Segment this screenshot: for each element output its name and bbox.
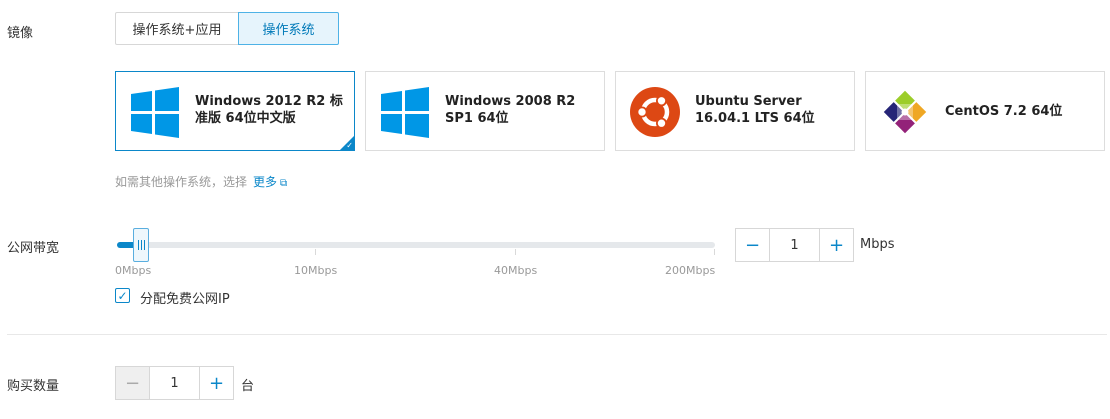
slider-tick [515, 249, 516, 255]
os-name: Ubuntu Server 16.04.1 LTS 64位 [695, 94, 815, 126]
windows-icon [131, 87, 179, 138]
free-public-ip-checkbox[interactable]: ✓ [115, 288, 130, 303]
external-link-icon: ⧉ [280, 178, 288, 189]
check-icon: ✓ [346, 141, 353, 150]
slider-tick [714, 249, 715, 255]
bandwidth-slider-handle[interactable] [133, 228, 149, 262]
image-section-label: 镜像 [7, 26, 34, 41]
quantity-stepper: − 1 + [115, 366, 234, 400]
quantity-unit: 台 [241, 379, 255, 394]
bandwidth-stepper: − 1 + [735, 228, 854, 262]
bandwidth-decrement-button[interactable]: − [735, 228, 770, 262]
more-link[interactable]: 更多 [253, 175, 277, 189]
section-divider [7, 334, 1107, 335]
bandwidth-increment-button[interactable]: + [819, 228, 854, 262]
bandwidth-unit: Mbps [860, 237, 895, 252]
windows-icon [381, 87, 429, 138]
os-name: CentOS 7.2 64位 [945, 104, 1063, 119]
free-public-ip-label[interactable]: 分配免费公网IP [140, 288, 230, 307]
quantity-decrement-button[interactable]: − [115, 366, 150, 400]
check-icon: ✓ [117, 288, 128, 303]
bandwidth-value-input[interactable]: 1 [769, 228, 820, 262]
os-card-windows-2012[interactable]: Windows 2012 R2 标准版 64位中文版 ✓ [115, 71, 355, 151]
quantity-increment-button[interactable]: + [199, 366, 234, 400]
tab-os[interactable]: 操作系统 [238, 12, 339, 45]
scale-label-10: 10Mbps [294, 264, 338, 277]
quantity-value-input[interactable]: 1 [149, 366, 200, 400]
hint-text: 如需其他操作系统，选择 [115, 175, 248, 189]
bandwidth-label: 公网带宽 [7, 241, 60, 256]
os-card-ubuntu[interactable]: Ubuntu Server 16.04.1 LTS 64位 [615, 71, 855, 151]
centos-icon [883, 90, 927, 134]
image-type-tabs: 操作系统+应用 操作系统 [115, 12, 339, 45]
os-name: Windows 2008 R2 SP1 64位 [445, 94, 576, 126]
slider-tick [315, 249, 316, 255]
scale-label-40: 40Mbps [494, 264, 538, 277]
quantity-label: 购买数量 [7, 379, 60, 394]
scale-label-0: 0Mbps [115, 264, 152, 277]
grip-icon [137, 240, 145, 250]
tab-os-plus-app[interactable]: 操作系统+应用 [115, 12, 239, 45]
os-card-centos[interactable]: CentOS 7.2 64位 [865, 71, 1105, 151]
scale-label-200: 200Mbps [665, 264, 716, 277]
bandwidth-slider-track[interactable] [117, 242, 715, 248]
more-os-hint: 如需其他操作系统，选择 更多 ⧉ [115, 173, 287, 190]
ubuntu-icon [630, 87, 680, 137]
os-name: Windows 2012 R2 标准版 64位中文版 [195, 94, 343, 126]
os-card-windows-2008[interactable]: Windows 2008 R2 SP1 64位 [365, 71, 605, 151]
